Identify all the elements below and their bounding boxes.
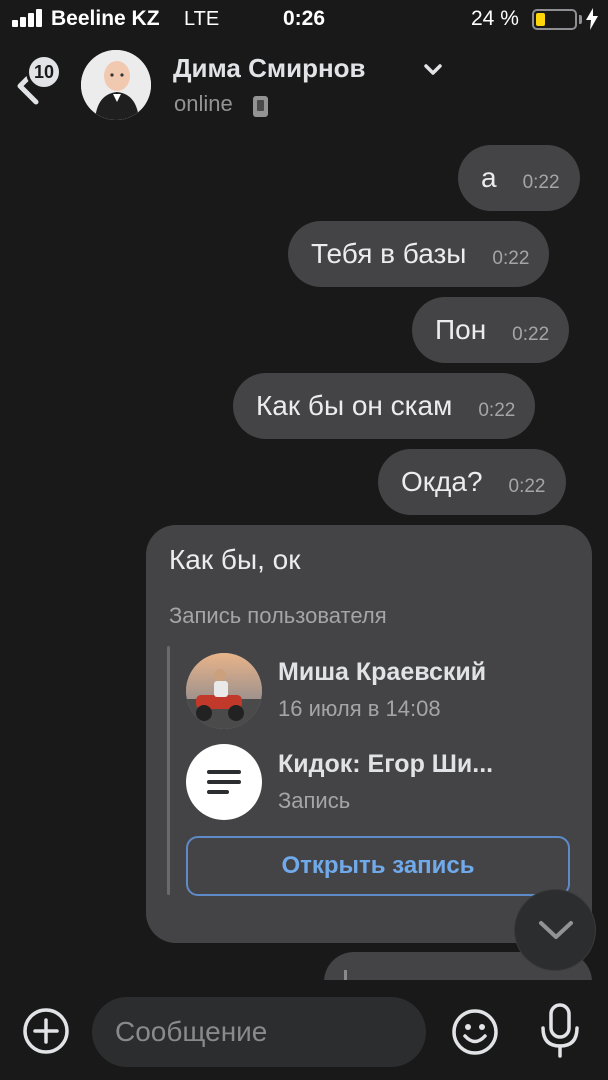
message-time: 0:22	[522, 172, 560, 193]
contact-status: online	[174, 91, 233, 116]
message-bubble[interactable]: Тебя в базы 0:22	[288, 221, 550, 287]
battery-icon	[532, 9, 577, 30]
contact-avatar[interactable]	[81, 50, 151, 120]
message-time: 0:22	[512, 324, 550, 345]
message-text: Тебя в базы	[311, 238, 467, 269]
message-text: Окда?	[401, 466, 483, 497]
article-icon	[186, 744, 262, 820]
avatar-image	[81, 50, 151, 120]
status-bar: Beeline KZ LTE 0:26 24 %	[0, 0, 608, 40]
repost-label: Запись пользователя	[169, 603, 387, 628]
contact-name[interactable]: Дима Смирнов	[173, 53, 366, 84]
message-input[interactable]: Сообщение	[92, 997, 426, 1067]
message-bubble[interactable]: Окда? 0:22	[378, 449, 566, 515]
post-date: 16 июля в 14:08	[278, 696, 441, 721]
post-author-avatar[interactable]	[186, 653, 262, 729]
battery-tip	[579, 15, 582, 24]
battery-percent: 24 %	[471, 7, 519, 30]
message-text: Пон	[435, 314, 487, 345]
message-bubble[interactable]: Как бы он скам 0:22	[233, 373, 536, 439]
message-text: Как бы, ок	[169, 544, 301, 575]
post-title[interactable]: Кидок: Егор Ши...	[278, 750, 493, 779]
chevron-down-icon	[539, 921, 573, 939]
microphone-icon[interactable]	[538, 1002, 582, 1060]
emoji-icon[interactable]	[450, 1007, 500, 1057]
message-bubble[interactable]: а 0:22	[458, 145, 580, 211]
chat-header: 10 Дима Смирнов online	[0, 40, 608, 132]
message-text: Как бы он скам	[256, 390, 453, 421]
message-time: 0:22	[492, 248, 530, 269]
avatar-image	[186, 653, 262, 729]
message-time: 0:22	[508, 476, 546, 497]
chevron-down-icon[interactable]	[423, 63, 443, 77]
scroll-to-bottom-button[interactable]	[514, 889, 596, 971]
mobile-device-icon	[253, 96, 268, 117]
back-button[interactable]: 10	[10, 48, 66, 110]
add-attachment-icon[interactable]	[22, 1007, 70, 1055]
unread-count-badge: 10	[26, 54, 62, 90]
message-text: а	[481, 162, 497, 193]
message-composer: Сообщение	[0, 980, 608, 1080]
charging-icon	[586, 8, 598, 30]
message-input-placeholder: Сообщение	[115, 1016, 268, 1047]
message-time: 0:22	[478, 400, 516, 421]
repost-message-bubble[interactable]: Как бы, ок Запись пользователя Миша Крае…	[146, 525, 592, 943]
repost-divider	[167, 646, 170, 895]
message-bubble[interactable]: Пон 0:22	[412, 297, 570, 363]
open-post-button[interactable]: Открыть запись	[186, 836, 570, 896]
post-author[interactable]: Миша Краевский	[278, 658, 486, 687]
post-type: Запись	[278, 788, 351, 813]
